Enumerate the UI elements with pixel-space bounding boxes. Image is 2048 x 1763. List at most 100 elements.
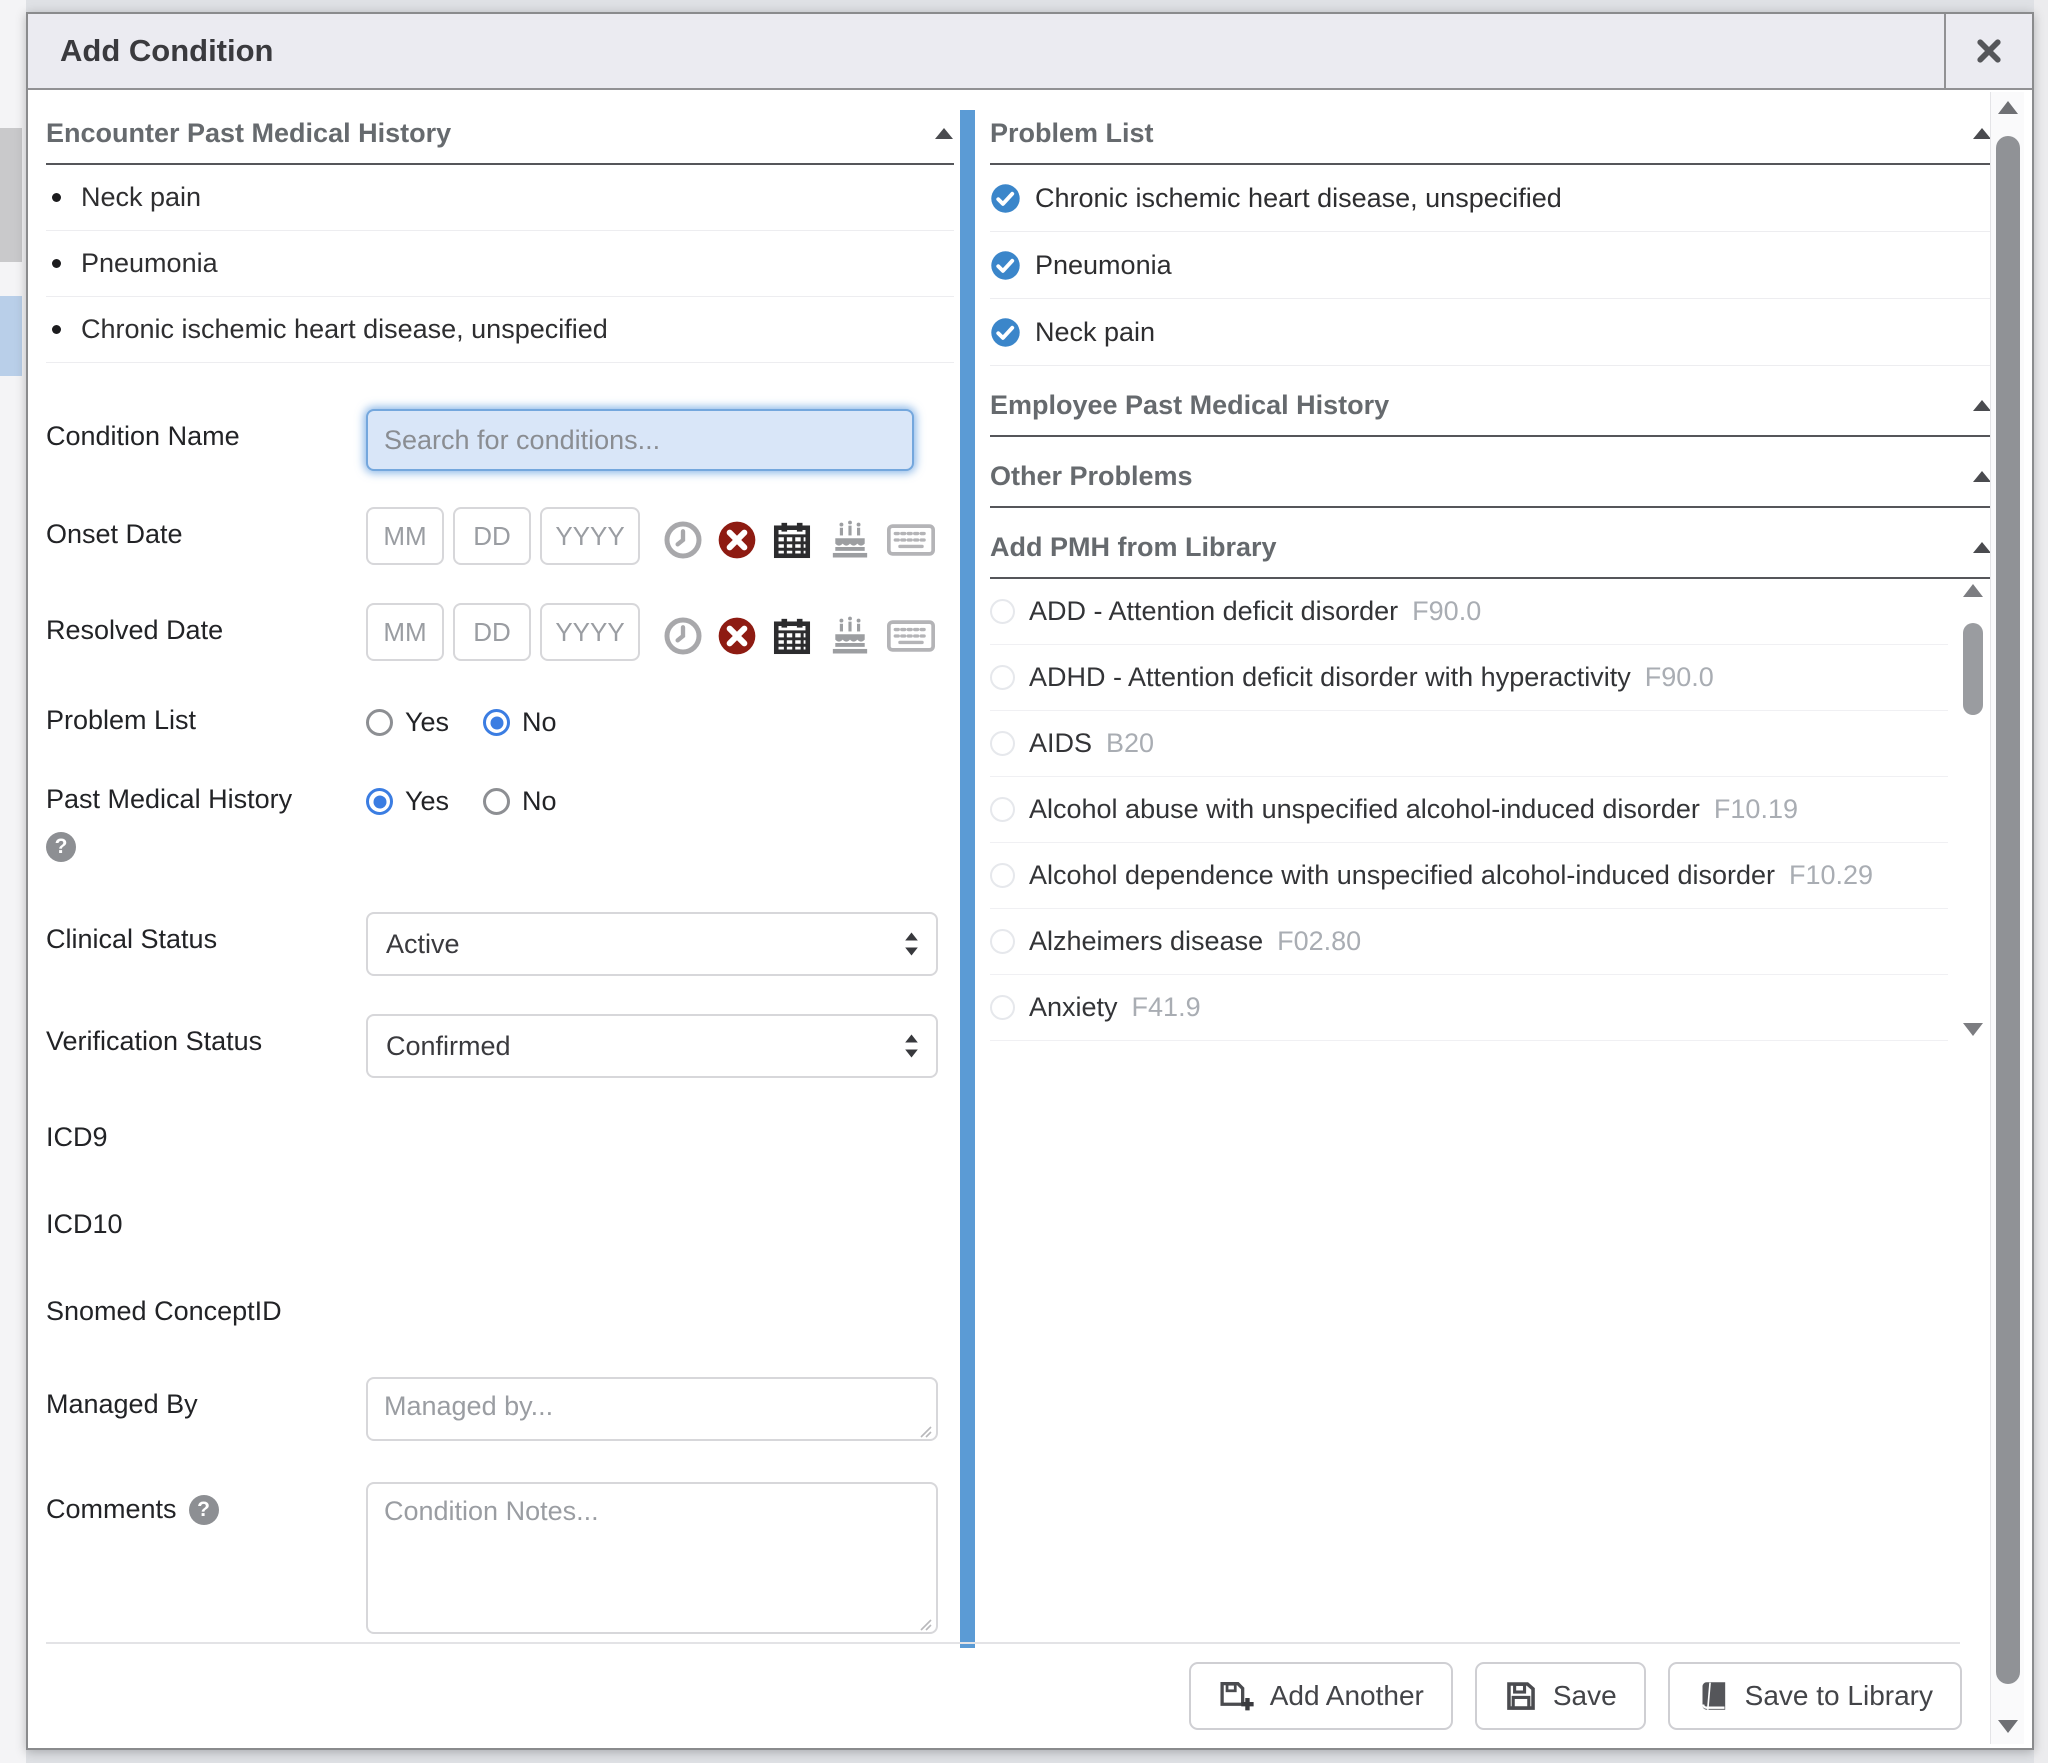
help-icon[interactable]: ? [189,1495,219,1525]
scrollbar-thumb[interactable] [1996,136,2020,1684]
library-item[interactable]: ADD - Attention deficit disorder F90.0 [990,579,1948,645]
list-item: Neck pain [46,165,954,231]
resolved-month-input[interactable] [366,603,444,661]
library-item[interactable]: Alzheimers disease F02.80 [990,909,1948,975]
birthday-icon[interactable] [827,615,873,657]
scroll-down-icon[interactable] [1997,1719,2019,1734]
clinical-status-select[interactable]: Active [366,912,938,976]
problem-list-item[interactable]: Pneumonia [990,232,1992,299]
resolved-day-input[interactable] [453,603,531,661]
save-button[interactable]: Save [1475,1662,1646,1730]
onset-month-input[interactable] [366,507,444,565]
clear-date-icon[interactable] [717,616,757,656]
condition-search-input[interactable] [366,409,914,471]
managed-by-input[interactable] [366,1377,938,1441]
library-item-code: B20 [1106,728,1154,759]
left-pane: Encounter Past Medical History Neck pain… [46,118,954,1639]
radio-unchecked-icon [990,731,1015,756]
employee-pmh-title: Employee Past Medical History [990,390,1389,421]
pmh-library-list: ADD - Attention deficit disorder F90.0 A… [990,579,1992,1041]
problem-list-item[interactable]: Chronic ischemic heart disease, unspecif… [990,165,1992,232]
background-fragment [0,128,22,262]
current-time-icon[interactable] [663,616,703,656]
radio-checked-icon [366,788,393,815]
save-icon [1504,1679,1538,1713]
problem-list-item-label: Chronic ischemic heart disease, unspecif… [1035,183,1562,214]
comments-input[interactable] [366,1482,938,1634]
onset-year-input[interactable] [540,507,640,565]
library-item-name: ADD - Attention deficit disorder [1029,596,1398,627]
book-icon [1697,1679,1730,1713]
footer-divider [46,1642,1960,1644]
library-item-code: F10.19 [1714,794,1798,825]
problem-list-no-option[interactable]: No [483,707,557,738]
problem-list-items: Chronic ischemic heart disease, unspecif… [990,165,1992,366]
verification-status-select[interactable]: Confirmed [366,1014,938,1078]
dialog-header: Add Condition [28,14,2032,90]
library-item-name: AIDS [1029,728,1092,759]
add-pmh-library-header[interactable]: Add PMH from Library [990,532,1992,579]
right-pane: Problem List Chronic ischemic heart dise… [990,118,1992,1041]
encounter-pmh-item: Pneumonia [81,248,218,279]
keyboard-icon[interactable] [887,523,935,557]
library-item-name: Alzheimers disease [1029,926,1263,957]
save-to-library-label: Save to Library [1745,1680,1933,1712]
radio-unchecked-icon [990,929,1015,954]
keyboard-icon[interactable] [887,619,935,653]
scroll-up-icon[interactable] [1997,100,2019,115]
problem-list-radio-group: Yes No [366,705,557,738]
library-item[interactable]: Alcohol dependence with unspecified alco… [990,843,1948,909]
calendar-icon[interactable] [771,615,813,657]
condition-name-label: Condition Name [46,409,366,452]
dialog-scrollbar[interactable] [1990,92,2024,1744]
encounter-pmh-item: Chronic ischemic heart disease, unspecif… [81,314,608,345]
radio-label: No [522,786,557,817]
pmh-yes-option[interactable]: Yes [366,786,449,817]
library-item[interactable]: AIDS B20 [990,711,1948,777]
library-item[interactable]: Alcohol abuse with unspecified alcohol-i… [990,777,1948,843]
current-time-icon[interactable] [663,520,703,560]
other-problems-header[interactable]: Other Problems [990,461,1992,508]
background-page [2034,0,2048,1763]
library-item-name: Alcohol abuse with unspecified alcohol-i… [1029,794,1700,825]
birthday-icon[interactable] [827,519,873,561]
dialog-title: Add Condition [28,33,1944,69]
employee-pmh-header[interactable]: Employee Past Medical History [990,390,1992,437]
managed-by-label: Managed By [46,1377,366,1420]
past-medical-history-label: Past Medical History ? [46,784,366,862]
problem-list-item[interactable]: Neck pain [990,299,1992,366]
library-item-name: ADHD - Attention deficit disorder with h… [1029,662,1631,693]
scroll-up-icon[interactable] [1962,583,1984,598]
clear-date-icon[interactable] [717,520,757,560]
select-arrows-icon [903,930,920,958]
check-circle-icon [990,250,1021,281]
library-item[interactable]: Anxiety F41.9 [990,975,1948,1041]
scrollbar-thumb[interactable] [1963,623,1983,715]
bullet-icon [52,325,61,334]
close-button[interactable] [1944,14,2032,88]
help-icon[interactable]: ? [46,832,76,862]
add-another-button[interactable]: Add Another [1189,1662,1453,1730]
library-scrollbar[interactable] [1958,583,1988,1037]
encounter-pmh-header[interactable]: Encounter Past Medical History [46,118,954,165]
radio-label: No [522,707,557,738]
collapse-caret-icon [1972,399,1992,412]
library-item[interactable]: ADHD - Attention deficit disorder with h… [990,645,1948,711]
problem-list-yes-option[interactable]: Yes [366,707,449,738]
encounter-pmh-item: Neck pain [81,182,201,213]
dialog-body: Encounter Past Medical History Neck pain… [28,90,2032,1746]
calendar-icon[interactable] [771,519,813,561]
snomed-label: Snomed ConceptID [46,1296,366,1327]
icd10-label: ICD10 [46,1209,366,1240]
problem-list-label: Problem List [46,705,366,736]
scroll-down-icon[interactable] [1962,1022,1984,1037]
problem-list-header[interactable]: Problem List [990,118,1992,165]
save-to-library-button[interactable]: Save to Library [1668,1662,1962,1730]
problem-list-item-label: Pneumonia [1035,250,1172,281]
onset-day-input[interactable] [453,507,531,565]
library-item-code: F90.0 [1645,662,1714,693]
pmh-no-option[interactable]: No [483,786,557,817]
add-condition-dialog: Add Condition Encounter Past Medical His… [26,12,2034,1750]
resolved-year-input[interactable] [540,603,640,661]
select-value: Confirmed [386,1031,511,1062]
